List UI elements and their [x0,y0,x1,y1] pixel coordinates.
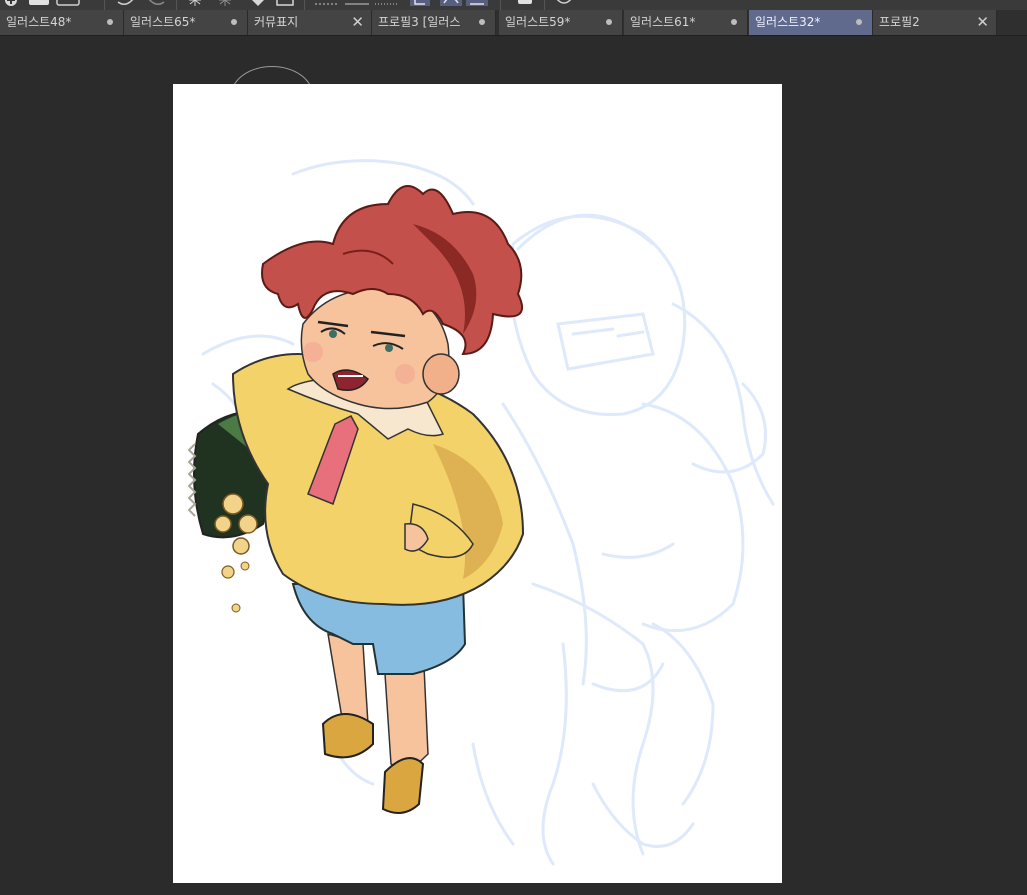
drawing-canvas[interactable] [173,84,782,883]
folder-icon[interactable] [56,0,80,6]
toolbar-separator [304,0,305,10]
modified-dot-icon [107,19,113,25]
tab-illust-65[interactable]: 일러스트65* [124,10,248,35]
modified-dot-icon [606,19,612,25]
tab-illust-59[interactable]: 일러스트59* [499,10,623,35]
undo-icon[interactable] [116,0,136,6]
toolbar-separator [176,0,177,10]
transform-icon[interactable] [186,0,204,6]
ear [422,353,460,395]
modified-dot-icon [479,19,485,25]
modified-dot-icon [856,19,862,25]
add-layer-icon[interactable] [4,0,18,6]
clear-icon[interactable] [516,0,534,6]
tab-profile-2[interactable]: 프로필2 ✕ [873,10,997,35]
tab-label: 프로필3 [일러스 [378,15,461,29]
fill-icon[interactable] [250,0,266,6]
illustration [187,159,775,866]
toolbar-separator [104,0,105,10]
tab-label: 커뮤표지 [254,15,299,29]
grid-icon[interactable] [344,0,370,6]
toolbar-separator [500,0,501,10]
modified-dot-icon [231,19,237,25]
tab-label: 일러스트61* [630,15,696,29]
tab-label: 프로필2 [879,15,920,29]
ruler-icon[interactable] [314,0,340,6]
lasso-icon[interactable] [410,0,430,6]
lasso-icon[interactable] [466,0,488,6]
redo-icon[interactable] [146,0,166,6]
tab-cover[interactable]: 커뮤표지 ✕ [248,10,372,35]
document-tab-bar: 일러스트48* 일러스트65* 커뮤표지 ✕ 프로필3 [일러스 일러스트59*… [0,10,1027,36]
tab-label: 일러스트32* [755,15,821,29]
toolbar-separator [544,0,545,10]
tab-profile-3[interactable]: 프로필3 [일러스 [372,10,496,35]
lasso-icon[interactable] [374,0,400,6]
sparkle-icon[interactable] [216,0,234,6]
tab-label: 일러스트59* [505,15,571,29]
close-icon[interactable]: ✕ [351,10,364,35]
chat-icon[interactable] [554,0,574,6]
select-icon[interactable] [274,0,296,6]
tab-label: 일러스트65* [130,15,196,29]
lasso-icon[interactable] [440,0,462,6]
close-icon[interactable]: ✕ [976,10,989,35]
tab-label: 일러스트48* [6,15,72,29]
layer-icon[interactable] [28,0,50,6]
tab-illust-32[interactable]: 일러스트32* [749,10,873,35]
modified-dot-icon [731,19,737,25]
tab-illust-61[interactable]: 일러스트61* [624,10,748,35]
tab-illust-48[interactable]: 일러스트48* [0,10,124,35]
